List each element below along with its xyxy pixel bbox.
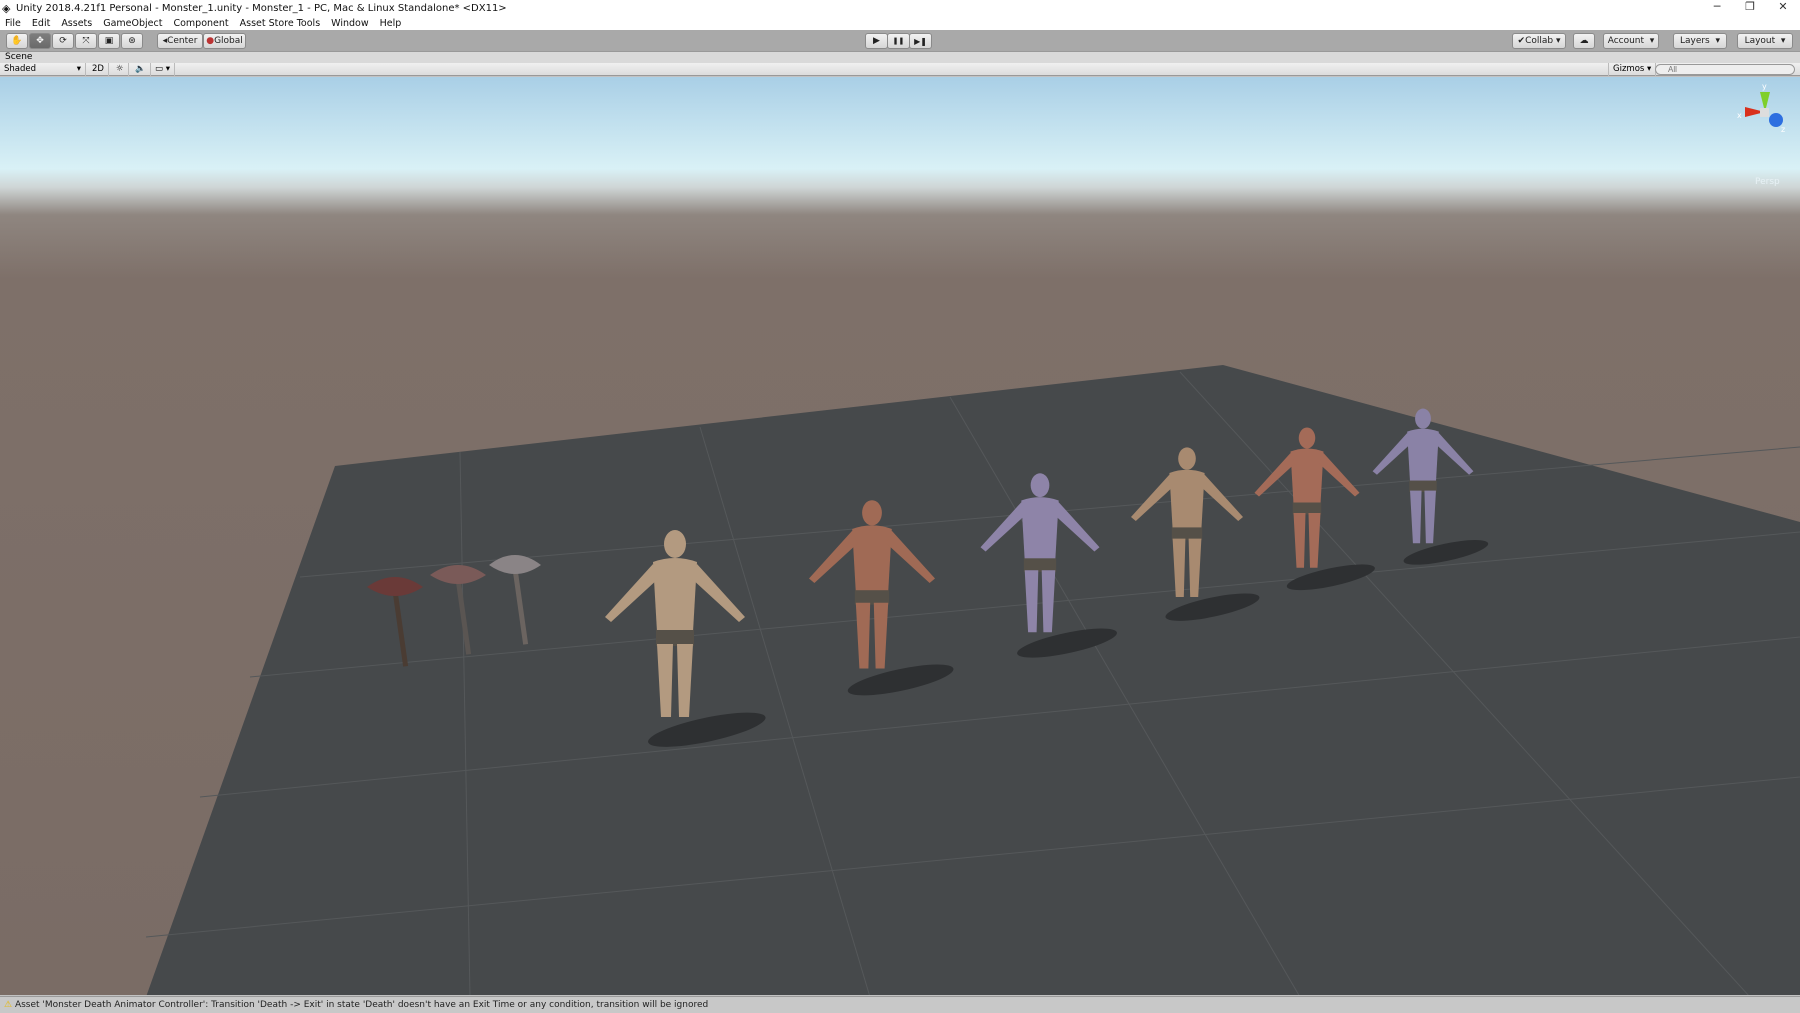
menu-window[interactable]: Window [331,18,368,29]
scene-search-input[interactable] [1655,64,1795,75]
menu-bar: File Edit Assets GameObject Component As… [0,16,1800,30]
scale-tool-button[interactable]: ⤧ [75,33,97,49]
space-label: Global [214,36,243,46]
check-icon: ✔ [1517,36,1526,46]
transform-icon: ⊛ [128,36,136,46]
collab-dropdown[interactable]: ✔ Collab ▾ [1512,33,1566,49]
play-icon: ▶ [873,36,880,46]
close-button[interactable]: ✕ [1768,0,1798,16]
status-bar[interactable]: ⚠ Asset 'Monster Death Animator Controll… [0,996,1800,1013]
axis-x-label: x [1737,111,1742,120]
menu-component[interactable]: Component [173,18,228,29]
window-title: Unity 2018.4.21f1 Personal - Monster_1.u… [16,2,507,14]
axis-y-label: y [1762,82,1767,91]
menu-asset-store-tools[interactable]: Asset Store Tools [240,18,321,29]
menu-edit[interactable]: Edit [32,18,50,29]
main-toolbar: ✋ ✥ ⟳ ⤧ ▣ ⊛ ◂ Center ● Global ▶ ❚❚ ▶❚ ✔ Col… [0,30,1800,52]
gizmos-dropdown[interactable]: Gizmos ▾ [1608,63,1657,76]
unity-logo-icon: ◈ [2,1,11,15]
rotate-tool-button[interactable]: ⟳ [52,33,74,49]
layout-label: Layout [1744,36,1776,46]
minimize-button[interactable]: ─ [1702,0,1732,16]
status-message: Asset 'Monster Death Animator Controller… [14,1000,709,1010]
restore-button[interactable]: ❐ [1735,0,1765,16]
cloud-icon: ☁ [1579,36,1589,46]
menu-file[interactable]: File [5,18,21,29]
scene-tab-label: Scene [5,52,33,62]
title-bar: ◈ Unity 2018.4.21f1 Personal - Monster_1… [0,0,1800,16]
hand-tool-button[interactable]: ✋ [6,33,28,49]
axis-z-label: z [1781,125,1785,134]
pivot-toggle[interactable]: ◂ Center [157,33,203,49]
rotate-icon: ⟳ [59,36,67,46]
scene-render: y x z Persp [145,82,1800,995]
step-button[interactable]: ▶❚ [909,33,932,49]
move-tool-button[interactable]: ✥ [29,33,51,49]
effects-dropdown[interactable]: ▭ ▾ [151,63,175,76]
lighting-toggle[interactable]: ☼ [112,63,129,76]
menu-gameobject[interactable]: GameObject [103,18,162,29]
rect-tool-button[interactable]: ▣ [98,33,120,49]
scene-toolbar: Shaded ▾ 2D ☼ 🔈 ▭ ▾ Gizmos ▾ [0,63,1800,76]
pause-button[interactable]: ❚❚ [887,33,910,49]
hand-icon: ✋ [11,36,23,46]
play-button[interactable]: ▶ [865,33,888,49]
layout-dropdown[interactable]: Layout ▾ [1737,33,1793,49]
collab-label: Collab [1525,36,1554,46]
2d-label: 2D [92,64,104,74]
warning-icon: ⚠ [4,1000,13,1010]
account-dropdown[interactable]: Account ▾ [1603,33,1659,49]
speaker-icon: 🔈 [135,64,146,74]
scene-viewport[interactable]: y x z Persp [0,77,1800,995]
rect-icon: ▣ [104,36,114,46]
layers-dropdown[interactable]: Layers ▾ [1673,33,1727,49]
2d-toggle[interactable]: 2D [88,63,109,76]
cloud-button[interactable]: ☁ [1573,33,1595,49]
shading-dropdown[interactable]: Shaded ▾ [0,63,86,76]
pause-icon: ❚❚ [892,37,905,45]
transform-tool-button[interactable]: ⊛ [121,33,143,49]
shading-label: Shaded [4,64,37,74]
sun-icon: ☼ [116,64,124,74]
pivot-label: Center [167,36,198,46]
account-label: Account [1607,36,1645,46]
scene-gizmo[interactable]: y x z Persp [1737,82,1785,187]
tab-scene[interactable]: Scene [0,52,1800,63]
gizmos-label: Gizmos [1613,64,1645,74]
move-icon: ✥ [36,36,44,46]
menu-assets[interactable]: Assets [61,18,92,29]
projection-label[interactable]: Persp [1755,177,1780,187]
layers-label: Layers [1679,36,1710,46]
menu-help[interactable]: Help [380,18,402,29]
space-toggle[interactable]: ● Global [203,33,246,49]
scale-icon: ⤧ [82,36,90,46]
step-icon: ▶❚ [914,36,927,46]
ground-plane [146,365,1800,995]
image-icon: ▭ [155,64,164,74]
global-icon: ● [206,36,215,46]
audio-toggle[interactable]: 🔈 [131,63,151,76]
